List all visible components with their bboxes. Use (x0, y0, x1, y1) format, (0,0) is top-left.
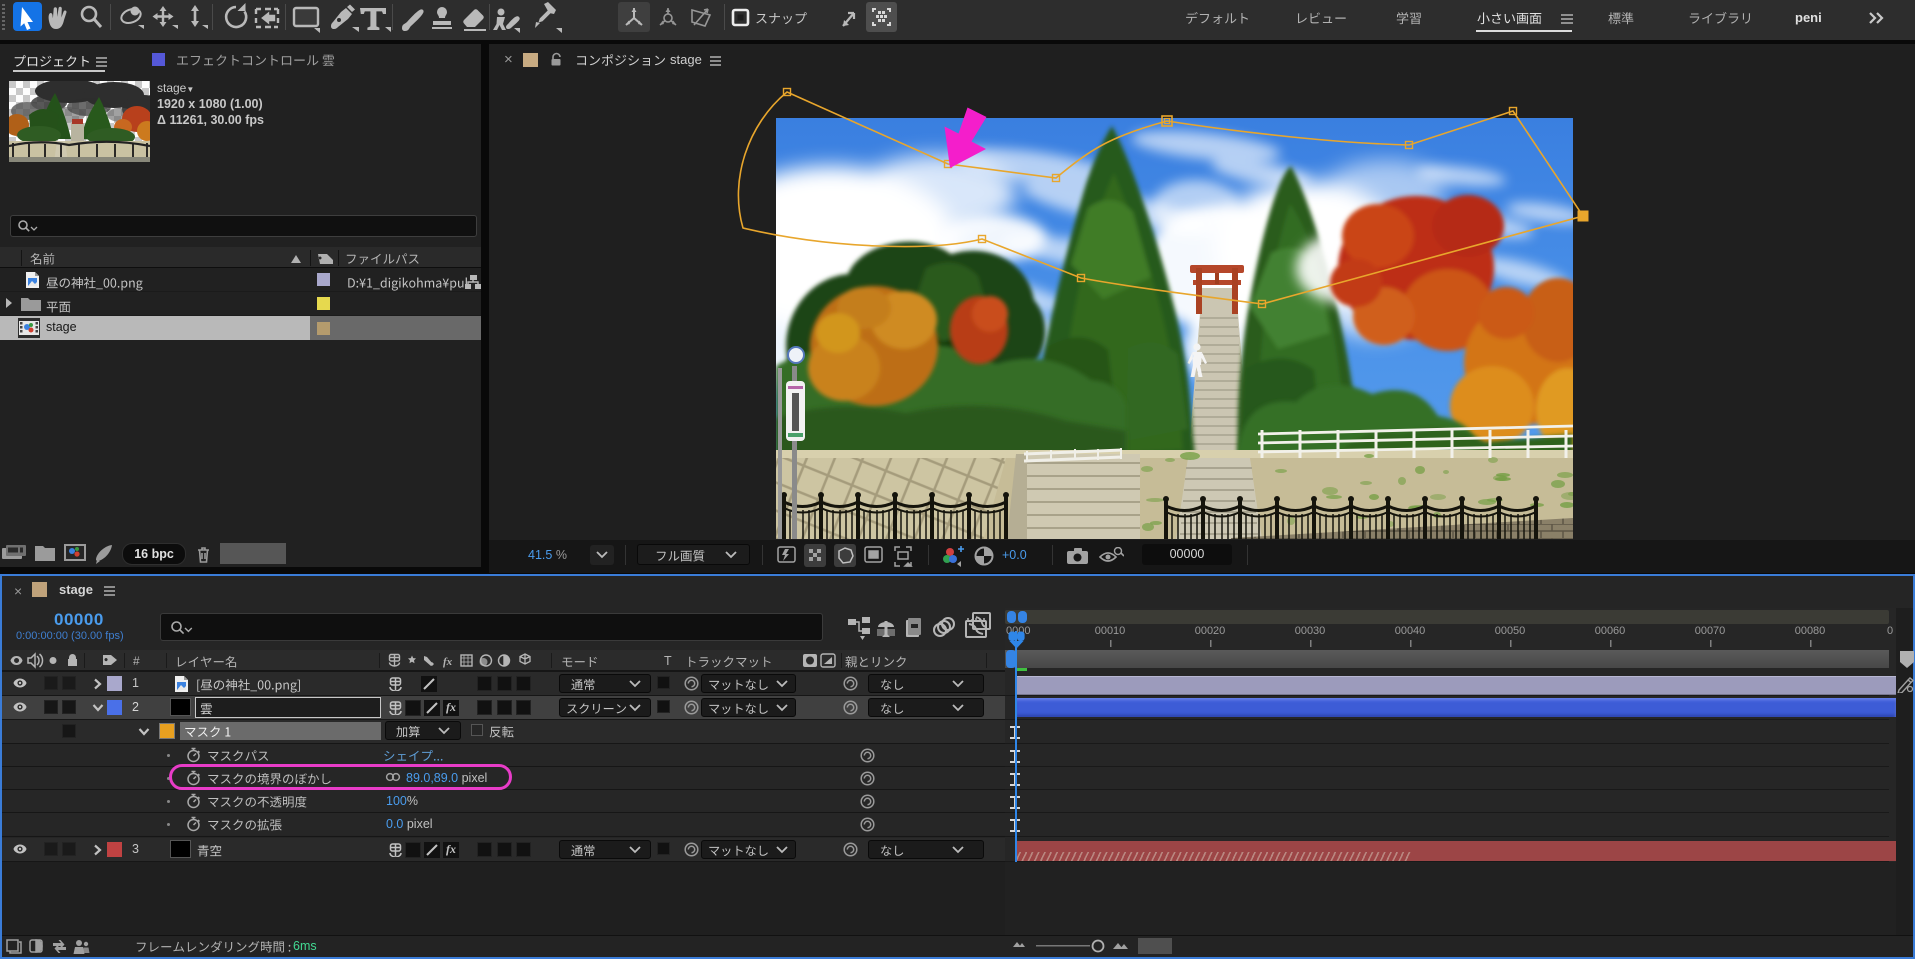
svg-text:#: # (133, 654, 140, 668)
svg-text:fx: fx (443, 656, 453, 668)
svg-text:T: T (664, 654, 672, 668)
